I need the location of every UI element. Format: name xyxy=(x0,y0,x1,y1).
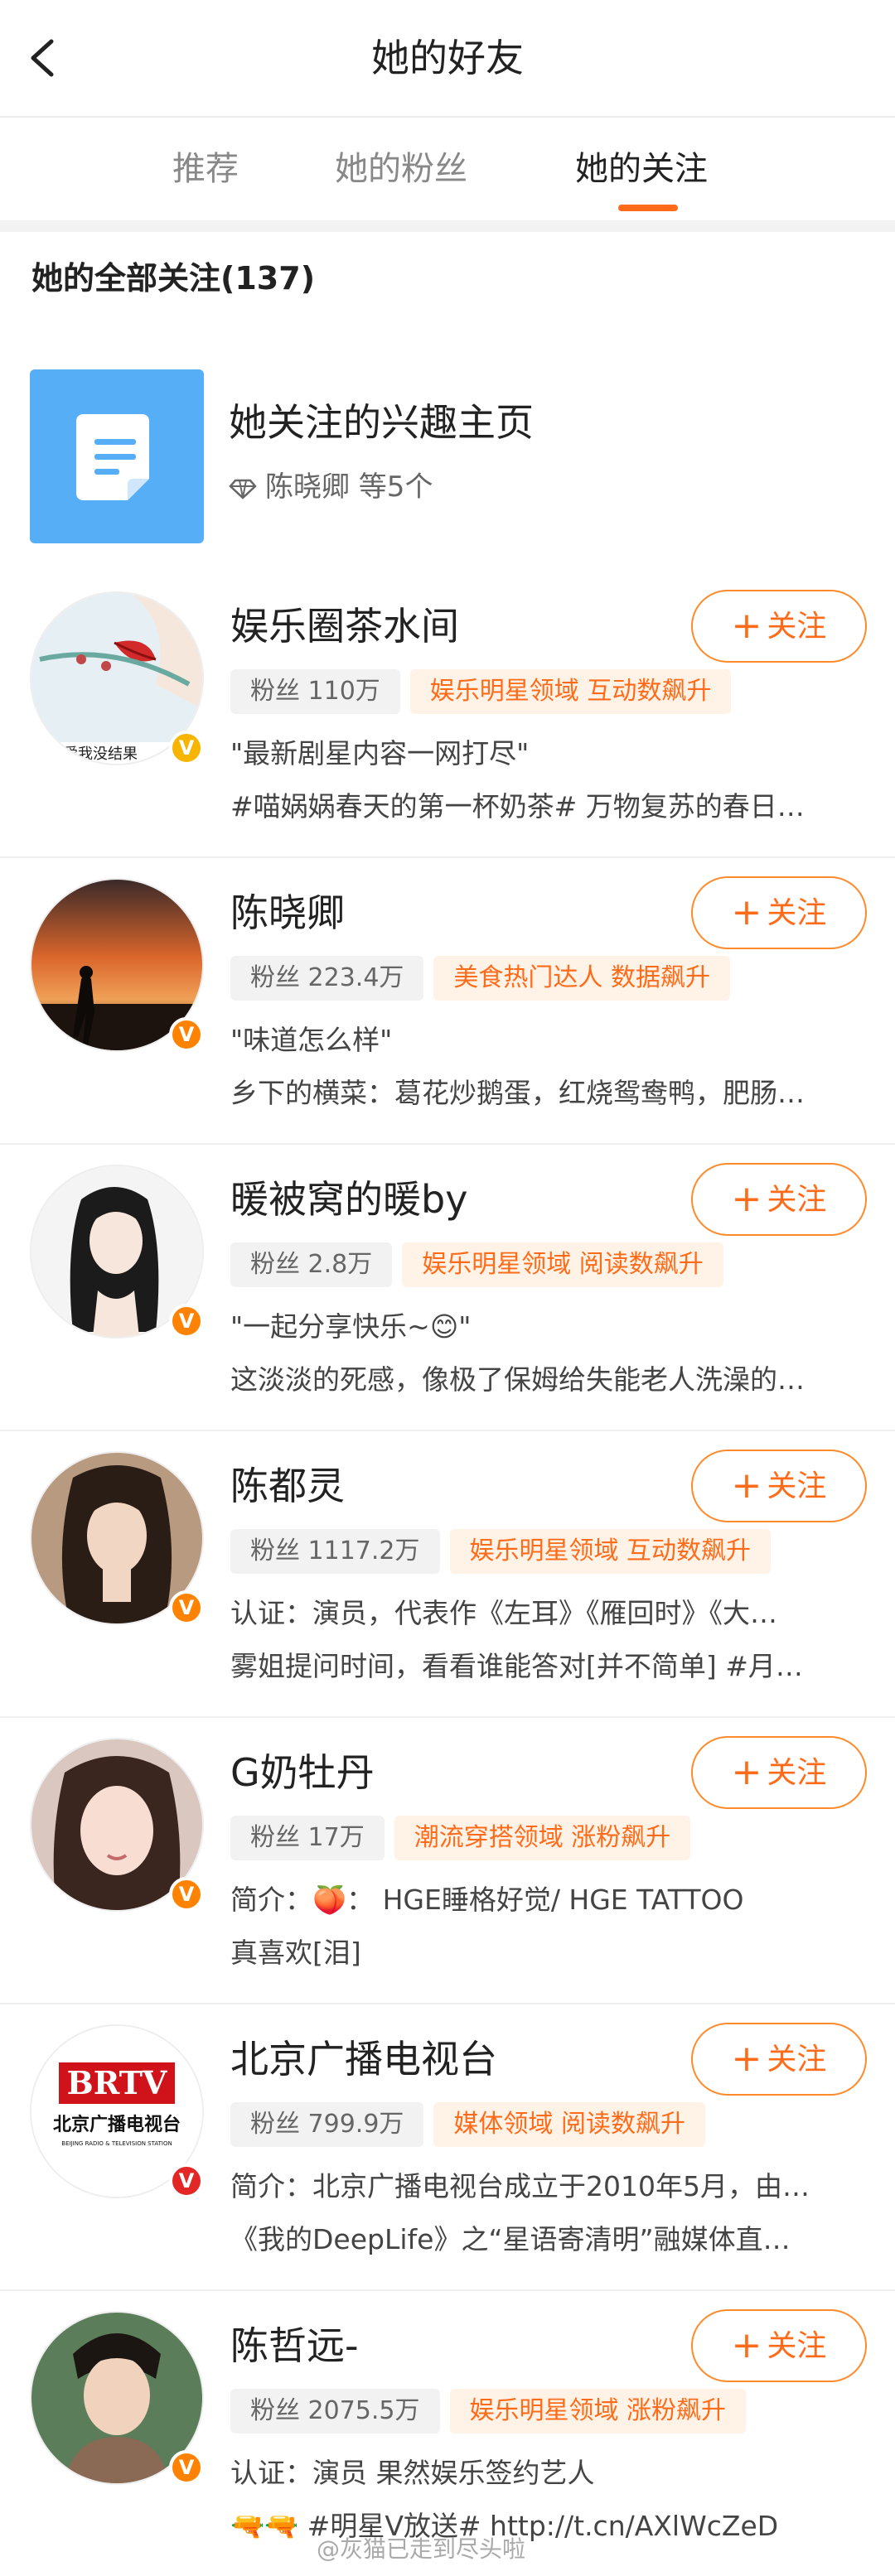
following-list: 别爱我没结果 V 娱乐圈茶水间 + 关注 粉丝 110万 娱乐明星领域 互动数飙升 … xyxy=(0,572,895,2576)
domain-tag: 潮流穿搭领域 涨粉飙升 xyxy=(394,1816,691,1860)
follow-label: 关注 xyxy=(767,1756,827,1790)
interest-subtitle: 陈晓卿 等5个 xyxy=(229,467,433,507)
tab-her-fans[interactable]: 她的粉丝 xyxy=(335,146,467,192)
verified-badge-icon: V xyxy=(169,1304,204,1339)
follow-button[interactable]: + 关注 xyxy=(691,1736,867,1809)
follow-button[interactable]: + 关注 xyxy=(691,1450,867,1522)
follow-label: 关注 xyxy=(767,1469,827,1503)
page-title: 她的好友 xyxy=(371,36,524,80)
tab-bar: 推荐 她的粉丝 她的关注 xyxy=(0,118,895,220)
user-desc: 认证：演员，代表作《左耳》《雁回时》《大… xyxy=(230,1597,777,1629)
user-name[interactable]: 陈都灵 xyxy=(230,1461,345,1511)
fans-count: 粉丝 17万 xyxy=(230,1816,385,1860)
latest-post: 雾姐提问时间，看看谁能答对[并不简单] #月… xyxy=(230,1650,803,1682)
list-item[interactable]: 别爱我没结果 V 娱乐圈茶水间 + 关注 粉丝 110万 娱乐明星领域 互动数飙升 … xyxy=(0,572,895,858)
svg-text:别爱我没结果: 别爱我没结果 xyxy=(48,745,138,763)
verified-badge-icon: V xyxy=(169,1877,204,1912)
user-tags: 粉丝 799.9万 媒体领域 阅读数飙升 xyxy=(230,2102,705,2149)
brtv-logo-en: BEIJING RADIO & TELEVISION STATION xyxy=(61,2140,172,2147)
user-desc: 认证：演员 果然娱乐签约艺人 xyxy=(230,2457,595,2489)
active-tab-indicator xyxy=(618,205,678,211)
latest-post: 乡下的横菜：葛花炒鹅蛋，红烧鸳鸯鸭，肥肠… xyxy=(230,1077,805,1109)
divider xyxy=(0,220,895,232)
user-tags: 粉丝 2075.5万 娱乐明星领域 涨粉飙升 xyxy=(230,2389,747,2435)
list-item[interactable]: BRTV 北京广播电视台 BEIJING RADIO & TELEVISION … xyxy=(0,2004,895,2291)
user-desc: "味道怎么样" xyxy=(230,1024,393,1056)
fans-count: 粉丝 110万 xyxy=(230,669,400,714)
user-tags: 粉丝 17万 潮流穿搭领域 涨粉飙升 xyxy=(230,1816,691,1862)
document-icon xyxy=(30,369,204,543)
brtv-logo-text: BRTV xyxy=(67,2064,168,2101)
follow-button[interactable]: + 关注 xyxy=(691,1163,867,1236)
interest-title: 她关注的兴趣主页 xyxy=(229,400,534,445)
verified-badge-icon: V xyxy=(169,2450,204,2485)
latest-post: 这淡淡的死感，像极了保姆给失能老人洗澡的… xyxy=(230,1363,805,1396)
fans-count: 粉丝 2.8万 xyxy=(230,1242,393,1287)
list-item[interactable]: V G奶牡丹 + 关注 粉丝 17万 潮流穿搭领域 涨粉飙升 简介：🍑： HGE睡格… xyxy=(0,1718,895,2004)
domain-tag: 娱乐明星领域 涨粉飙升 xyxy=(449,2389,747,2434)
interest-subtitle-text: 陈晓卿 等5个 xyxy=(265,470,433,504)
diamond-icon xyxy=(229,470,265,504)
list-item[interactable]: V 暖被窝的暖by + 关注 粉丝 2.8万 娱乐明星领域 阅读数飙升 "一起分享快… xyxy=(0,1145,895,1431)
follow-label: 关注 xyxy=(767,2043,827,2077)
fans-count: 粉丝 223.4万 xyxy=(230,956,424,1001)
section-title: 她的全部关注(137) xyxy=(31,260,316,297)
latest-post: 真喜欢[泪] xyxy=(230,1937,361,1969)
tab-her-following[interactable]: 她的关注 xyxy=(575,146,708,192)
user-tags: 粉丝 223.4万 美食热门达人 数据飙升 xyxy=(230,956,730,1002)
follow-label: 关注 xyxy=(767,2329,827,2363)
brtv-logo-cn: 北京广播电视台 xyxy=(53,2114,181,2135)
tab-recommend[interactable]: 推荐 xyxy=(172,146,239,192)
follow-label: 关注 xyxy=(767,896,827,930)
follow-button[interactable]: + 关注 xyxy=(691,590,867,663)
user-tags: 粉丝 2.8万 娱乐明星领域 阅读数飙升 xyxy=(230,1242,723,1289)
user-name[interactable]: 北京广播电视台 xyxy=(230,2034,497,2084)
follow-button[interactable]: + 关注 xyxy=(691,2023,867,2096)
latest-post: #喵娲娲春天的第一杯奶茶# 万物复苏的春日… xyxy=(230,790,805,822)
verified-badge-icon: V xyxy=(169,731,204,765)
domain-tag: 娱乐明星领域 阅读数飙升 xyxy=(402,1242,723,1287)
follow-button[interactable]: + 关注 xyxy=(691,2309,867,2382)
fans-count: 粉丝 1117.2万 xyxy=(230,1529,440,1574)
top-bar: 她的好友 xyxy=(0,0,895,118)
verified-badge-icon: V xyxy=(169,1017,204,1052)
fans-count: 粉丝 799.9万 xyxy=(230,2102,424,2147)
watermark: @灰猫已走到尽头啦 xyxy=(317,2535,526,2563)
fans-count: 粉丝 2075.5万 xyxy=(230,2389,440,2434)
domain-tag: 媒体领域 阅读数飙升 xyxy=(433,2102,705,2147)
latest-post: 《我的DeepLife》之“星语寄清明”融媒体直… xyxy=(230,2223,791,2255)
follow-label: 关注 xyxy=(767,1183,827,1217)
user-desc: "最新剧星内容一网打尽" xyxy=(230,737,530,769)
user-tags: 粉丝 1117.2万 娱乐明星领域 互动数飙升 xyxy=(230,1529,772,1575)
verified-badge-icon: V xyxy=(169,2164,204,2198)
domain-tag: 娱乐明星领域 互动数飙升 xyxy=(449,1529,772,1574)
user-name[interactable]: 陈晓卿 xyxy=(230,888,345,938)
user-desc: 简介：北京广播电视台成立于2010年5月，由… xyxy=(230,2170,810,2202)
user-name[interactable]: 陈哲远- xyxy=(230,2321,359,2371)
interest-pages-entry[interactable]: 她关注的兴趣主页 陈晓卿 等5个 xyxy=(0,361,895,543)
domain-tag: 美食热门达人 数据飙升 xyxy=(433,956,730,1001)
follow-button[interactable]: + 关注 xyxy=(691,876,867,949)
follow-label: 关注 xyxy=(767,610,827,644)
user-name[interactable]: 娱乐圈茶水间 xyxy=(230,601,459,651)
user-name[interactable]: G奶牡丹 xyxy=(230,1748,375,1797)
user-desc: "一起分享快乐~😊" xyxy=(230,1310,472,1343)
list-item[interactable]: V 陈晓卿 + 关注 粉丝 223.4万 美食热门达人 数据飙升 "味道怎么样" 乡… xyxy=(0,858,895,1145)
user-desc: 简介：🍑： HGE睡格好觉/ HGE TATTOO xyxy=(230,1884,744,1916)
user-name[interactable]: 暖被窝的暖by xyxy=(230,1175,467,1224)
domain-tag: 娱乐明星领域 互动数飙升 xyxy=(409,669,732,714)
list-item[interactable]: V 陈都灵 + 关注 粉丝 1117.2万 娱乐明星领域 互动数飙升 认证：演员，代… xyxy=(0,1431,895,1718)
verified-badge-icon: V xyxy=(169,1590,204,1625)
user-tags: 粉丝 110万 娱乐明星领域 互动数飙升 xyxy=(230,669,732,716)
